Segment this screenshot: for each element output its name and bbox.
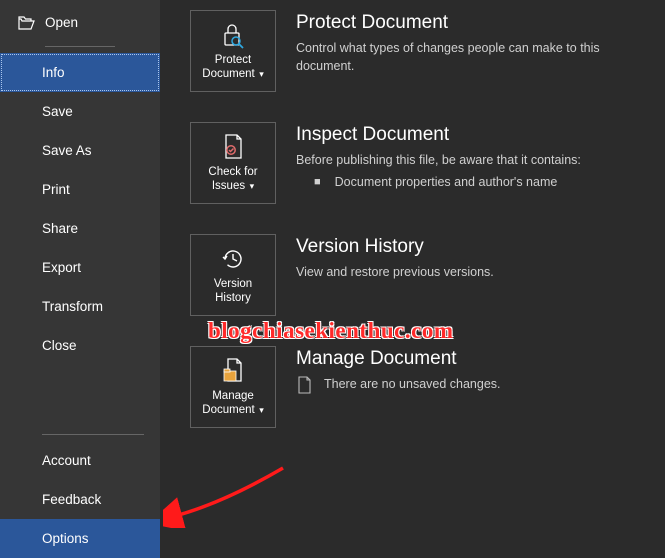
version-history-section: Version History Version History View and… — [190, 234, 645, 316]
history-icon — [219, 245, 247, 273]
version-history-button[interactable]: Version History — [190, 234, 276, 316]
sidebar-item-open[interactable]: Open — [0, 5, 160, 40]
sidebar-item-info[interactable]: Info — [0, 53, 160, 92]
document-folder-icon — [219, 357, 247, 385]
section-text: There are no unsaved changes. — [324, 376, 501, 394]
bullet-text: Document properties and author's name — [335, 174, 558, 192]
protect-document-button[interactable]: Protect Document ▾ — [190, 10, 276, 92]
sidebar-item-transform[interactable]: Transform — [0, 287, 160, 326]
sidebar-label: Share — [42, 221, 78, 236]
sidebar-label: Account — [42, 453, 91, 468]
sidebar-label: Close — [42, 338, 77, 353]
sidebar-label: Options — [42, 531, 89, 546]
sidebar-label: Save — [42, 104, 73, 119]
bullet-icon: ■ — [314, 174, 321, 191]
document-small-icon — [296, 376, 312, 394]
sidebar-label: Info — [42, 65, 65, 80]
divider — [42, 434, 144, 435]
sidebar-label: Save As — [42, 143, 92, 158]
lock-search-icon — [219, 21, 247, 49]
sidebar-item-account[interactable]: Account — [0, 441, 160, 480]
tile-label: Check for Issues ▾ — [195, 165, 271, 194]
manage-document-button[interactable]: Manage Document ▾ — [190, 346, 276, 428]
sidebar-item-options[interactable]: Options — [0, 519, 160, 558]
section-text: Control what types of changes people can… — [296, 40, 645, 75]
sidebar-item-feedback[interactable]: Feedback — [0, 480, 160, 519]
section-title: Manage Document — [296, 348, 645, 370]
manage-document-section: Manage Document ▾ Manage Document There … — [190, 346, 645, 428]
section-text: View and restore previous versions. — [296, 264, 645, 282]
tile-label: Version History — [195, 277, 271, 306]
sidebar-label: Print — [42, 182, 70, 197]
sidebar-label: Feedback — [42, 492, 101, 507]
section-title: Protect Document — [296, 12, 645, 34]
folder-open-icon — [18, 16, 35, 30]
check-for-issues-button[interactable]: Check for Issues ▾ — [190, 122, 276, 204]
chevron-down-icon: ▾ — [257, 405, 264, 415]
sidebar-item-print[interactable]: Print — [0, 170, 160, 209]
sidebar-label: Open — [45, 15, 78, 30]
chevron-down-icon: ▾ — [247, 181, 254, 191]
chevron-down-icon: ▾ — [257, 69, 264, 79]
sidebar-item-save-as[interactable]: Save As — [0, 131, 160, 170]
tile-label: Protect Document ▾ — [195, 53, 271, 82]
inspect-document-section: Check for Issues ▾ Inspect Document Befo… — [190, 122, 645, 204]
sidebar-item-export[interactable]: Export — [0, 248, 160, 287]
divider — [45, 46, 115, 47]
sidebar-item-close[interactable]: Close — [0, 326, 160, 365]
section-title: Inspect Document — [296, 124, 645, 146]
info-panel: Protect Document ▾ Protect Document Cont… — [160, 0, 665, 558]
sidebar-item-share[interactable]: Share — [0, 209, 160, 248]
protect-document-section: Protect Document ▾ Protect Document Cont… — [190, 10, 645, 92]
sidebar-label: Transform — [42, 299, 103, 314]
tile-label: Manage Document ▾ — [195, 389, 271, 418]
bullet-item: ■ Document properties and author's name — [296, 174, 645, 192]
sidebar-item-save[interactable]: Save — [0, 92, 160, 131]
sidebar-label: Export — [42, 260, 81, 275]
section-text: Before publishing this file, be aware th… — [296, 152, 645, 170]
file-menu-sidebar: Open Info Save Save As Print Share Expor… — [0, 0, 160, 558]
section-title: Version History — [296, 236, 645, 258]
document-check-icon — [220, 133, 246, 161]
